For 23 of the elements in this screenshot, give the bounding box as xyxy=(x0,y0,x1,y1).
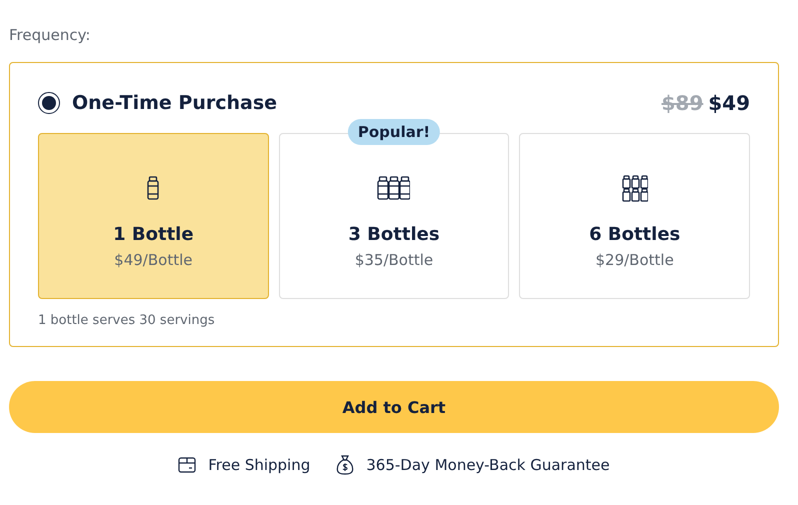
option-price: $35/Bottle xyxy=(354,251,434,269)
option-price: $49/Bottle xyxy=(114,251,192,269)
bottle-option[interactable]: 6 Bottles $29/Bottle xyxy=(519,133,750,299)
bottle-icon xyxy=(377,174,410,202)
price: $49 xyxy=(708,91,750,115)
radio-button[interactable] xyxy=(38,92,60,114)
option-title: 1 Bottle xyxy=(113,224,194,245)
box-icon xyxy=(178,457,196,473)
option-title: 3 Bottles xyxy=(348,224,440,245)
serving-note: 1 bottle serves 30 servings xyxy=(38,313,216,328)
popular-badge: Popular! xyxy=(348,119,440,145)
bottle-icon xyxy=(147,174,160,202)
bottle-option[interactable]: 1 Bottle $49/Bottle xyxy=(38,133,269,299)
bottle-icon xyxy=(622,174,648,202)
old-price: $89 xyxy=(662,91,704,115)
option-price: $29/Bottle xyxy=(596,251,674,269)
option-title: 6 Bottles xyxy=(589,224,680,245)
frequency-label: Frequency: xyxy=(9,25,92,46)
perk-label: 365-Day Money-Back Guarantee xyxy=(366,456,610,474)
plan-title: One-Time Purchase xyxy=(72,92,278,114)
perk-label: Free Shipping xyxy=(208,456,310,474)
add-to-cart-button[interactable]: Add to Cart xyxy=(9,381,779,433)
money-bag-icon xyxy=(336,455,354,475)
